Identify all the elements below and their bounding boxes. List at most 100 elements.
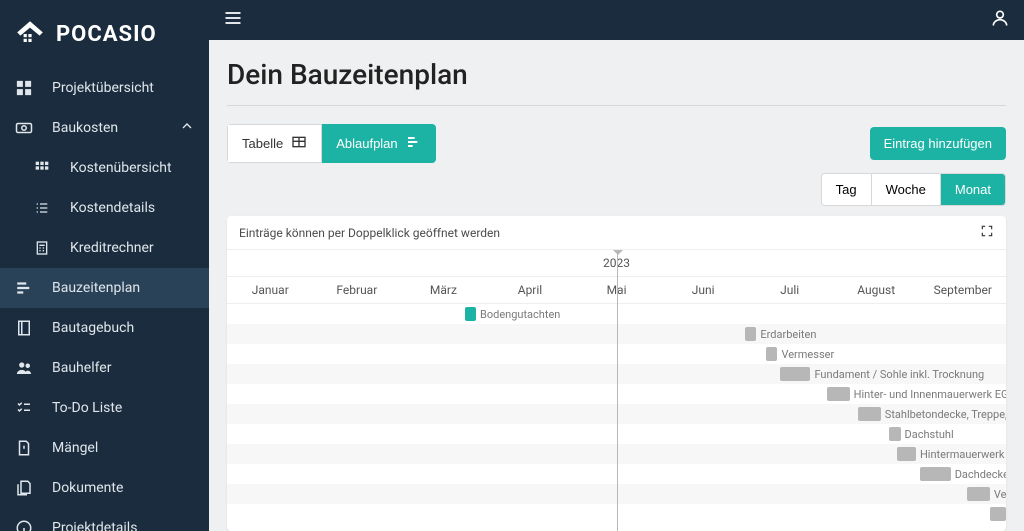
- gantt-bar-block: [780, 367, 810, 381]
- gantt-bar-block: [858, 407, 881, 421]
- gantt-bar[interactable]: Dachstuhl: [889, 427, 953, 441]
- gantt-bar-label: Erdarbeiten: [760, 328, 816, 341]
- gantt-bar[interactable]: Dachdecker / K: [920, 467, 1006, 481]
- sidebar-item-maengel[interactable]: Mängel: [0, 428, 209, 468]
- timeline-icon: [14, 278, 34, 298]
- gantt-card: Einträge können per Doppelklick geöffnet…: [227, 216, 1006, 531]
- gantt-bar-label: Bodengutachten: [480, 308, 560, 321]
- file-warning-icon: [14, 438, 34, 458]
- scale-week-button[interactable]: Woche: [871, 174, 940, 205]
- month-cell: September: [920, 277, 1007, 303]
- sidebar-item-label: Kostendetails: [70, 200, 155, 216]
- month-cell: Januar: [227, 277, 314, 303]
- scale-day-button[interactable]: Tag: [822, 174, 871, 205]
- sidebar-item-bauzeitenplan[interactable]: Bauzeitenplan: [0, 268, 209, 308]
- sidebar-item-bauhelfer[interactable]: Bauhelfer: [0, 348, 209, 388]
- checklist-icon: [14, 398, 34, 418]
- brand-name: POCASIO: [56, 22, 157, 47]
- user-icon[interactable]: [990, 8, 1010, 32]
- sidebar-item-baukosten[interactable]: Baukosten: [0, 108, 209, 148]
- gantt-bar-block: [745, 327, 756, 341]
- sidebar-item-label: Bautagebuch: [52, 320, 134, 336]
- month-cell: März: [400, 277, 487, 303]
- sidebar-item-projektuebersicht[interactable]: Projektübersicht: [0, 68, 209, 108]
- gantt-chart[interactable]: 2023 JanuarFebruarMärzAprilMaiJuniJuliAu…: [227, 250, 1006, 531]
- scale-month-button[interactable]: Monat: [940, 174, 1005, 205]
- divider: [227, 105, 1006, 106]
- chevron-up-icon: [179, 118, 195, 138]
- calculator-icon: [32, 238, 52, 258]
- sidebar-item-kreditrechner[interactable]: Kreditrechner: [0, 228, 209, 268]
- list-icon: [32, 198, 52, 218]
- gantt-view-button[interactable]: Ablaufplan: [322, 124, 435, 163]
- gantt-bar-block: [967, 487, 990, 501]
- month-cell: Februar: [314, 277, 401, 303]
- gantt-bar[interactable]: Fundament / Sohle inkl. Trocknung: [780, 367, 984, 381]
- month-cell: Juli: [746, 277, 833, 303]
- month-cell: August: [833, 277, 920, 303]
- table-view-button[interactable]: Tabelle: [227, 124, 322, 163]
- gantt-bar[interactable]: Bodengutachten: [465, 307, 561, 321]
- card-hint: Einträge können per Doppelklick geöffnet…: [239, 226, 500, 240]
- sidebar-item-bautagebuch[interactable]: Bautagebuch: [0, 308, 209, 348]
- gantt-bar-label: Stahlbetondecke, Treppe, Drempel in: [885, 408, 1006, 421]
- sidebar-item-todoliste[interactable]: To-Do Liste: [0, 388, 209, 428]
- button-label: Tabelle: [242, 136, 283, 151]
- sidebar-item-projektdetails[interactable]: Projektdetails: [0, 508, 209, 531]
- gantt-bar-label: Dachdecker / K: [955, 468, 1006, 481]
- sidebar: POCASIO Projektübersicht Baukosten Koste…: [0, 0, 209, 531]
- main: Dein Bauzeitenplan Tabelle Ablaufplan Ei…: [209, 0, 1024, 531]
- sidebar-item-label: Bauhelfer: [52, 360, 111, 376]
- grid-icon: [32, 158, 52, 178]
- nav-list: Projektübersicht Baukosten Kostenübersic…: [0, 68, 209, 531]
- gantt-bar-label: Hinter- und Innenmauerwerk EG: [854, 388, 1006, 401]
- people-icon: [14, 358, 34, 378]
- sidebar-item-kostendetails[interactable]: Kostendetails: [0, 188, 209, 228]
- gantt-bar[interactable]: Stahlbetondecke, Treppe, Drempel in: [858, 407, 1006, 421]
- gantt-bar[interactable]: Hinter- und Innenmauerwerk EG: [827, 387, 1006, 401]
- topbar: [209, 0, 1024, 40]
- money-icon: [14, 118, 34, 138]
- gantt-bar-block: [897, 447, 916, 461]
- logo[interactable]: POCASIO: [0, 0, 209, 68]
- table-icon: [291, 134, 307, 153]
- gantt-nowline: [617, 250, 618, 531]
- month-cell: Juni: [660, 277, 747, 303]
- gantt-bar-label: Verl: [994, 488, 1006, 501]
- gantt-bar[interactable]: Hintermauerwerk OG: [897, 447, 1006, 461]
- button-label: Ablaufplan: [336, 136, 397, 151]
- sidebar-item-dokumente[interactable]: Dokumente: [0, 468, 209, 508]
- gantt-bar-block: [990, 507, 1005, 521]
- book-icon: [14, 318, 34, 338]
- sidebar-item-label: Kostenübersicht: [70, 160, 172, 176]
- menu-icon[interactable]: [223, 8, 243, 32]
- sidebar-item-kostenuebersicht[interactable]: Kostenübersicht: [0, 148, 209, 188]
- gantt-bar-label: Fundament / Sohle inkl. Trocknung: [814, 368, 984, 381]
- gantt-bar-block: [766, 347, 777, 361]
- add-entry-button[interactable]: Eintrag hinzufügen: [870, 127, 1006, 160]
- gantt-bar-block: [920, 467, 950, 481]
- sidebar-item-label: Projektübersicht: [52, 80, 154, 96]
- gantt-icon: [406, 134, 422, 153]
- page-title: Dein Bauzeitenplan: [227, 58, 1006, 91]
- brand-icon: [14, 18, 46, 50]
- gantt-bar[interactable]: Verl: [967, 487, 1006, 501]
- sidebar-item-label: Bauzeitenplan: [52, 280, 140, 296]
- dashboard-icon: [14, 78, 34, 98]
- toolbar: Tabelle Ablaufplan Eintrag hinzufügen: [227, 124, 1006, 163]
- gantt-bar-label: Hintermauerwerk OG: [920, 448, 1006, 461]
- gantt-bar[interactable]: Vermesser: [766, 347, 834, 361]
- gantt-bar-block: [827, 387, 850, 401]
- sidebar-item-label: Baukosten: [52, 120, 118, 136]
- documents-icon: [14, 478, 34, 498]
- gantt-bar[interactable]: [990, 507, 1006, 521]
- fullscreen-icon[interactable]: [980, 224, 994, 241]
- sidebar-item-label: To-Do Liste: [52, 400, 122, 416]
- month-cell: April: [487, 277, 574, 303]
- gantt-bar[interactable]: Erdarbeiten: [745, 327, 816, 341]
- gantt-bar-block: [465, 307, 476, 321]
- gantt-bar-block: [889, 427, 900, 441]
- gantt-bar-label: Dachstuhl: [905, 428, 954, 441]
- scale-group: Tag Woche Monat: [821, 173, 1006, 206]
- sidebar-item-label: Mängel: [52, 440, 98, 456]
